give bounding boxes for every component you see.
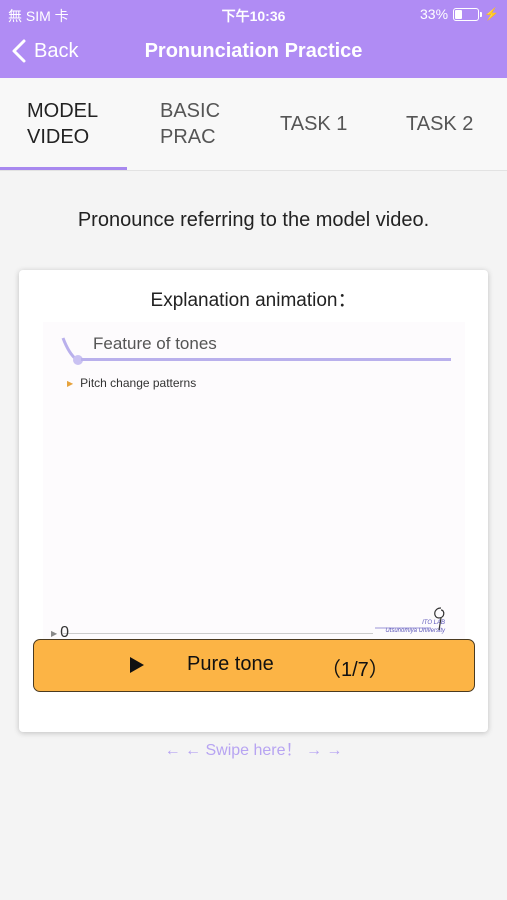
- slide-underline: [81, 358, 451, 361]
- tab-model-video[interactable]: MODEL VIDEO: [27, 78, 98, 170]
- page-title: Pronunciation Practice: [144, 40, 363, 62]
- bullet-triangle-icon: ▶: [67, 378, 74, 388]
- instruction-text: Pronounce referring to the model video.: [77, 209, 430, 231]
- tab-label: MODEL VIDEO: [27, 100, 99, 148]
- counter-triangle-icon: ▶: [51, 628, 58, 638]
- battery-percent: 33%: [420, 6, 449, 22]
- play-button-count: （1/7）: [321, 659, 389, 681]
- battery-icon: [453, 7, 483, 21]
- battery-fill: [455, 9, 463, 19]
- tab-task-2[interactable]: TASK 2: [406, 78, 473, 170]
- slide-heading: Feature of tones: [93, 334, 217, 353]
- charging-bolt-icon: ⚡: [484, 7, 499, 21]
- status-bar: 無 SIM 卡 下午10:36 33% ⚡: [0, 0, 507, 28]
- tab-label: BASIC PRAC: [160, 100, 221, 148]
- play-button-label: Pure tone: [187, 653, 274, 675]
- tab-task-1[interactable]: TASK 1: [280, 78, 347, 170]
- video-progress-line: [63, 633, 373, 634]
- top-bar: 無 SIM 卡 下午10:36 33% ⚡ Back Pronunciation…: [0, 0, 507, 78]
- slide-bullet-text: Pitch change patterns: [80, 376, 197, 390]
- tab-bar: MODEL VIDEO BASIC PRAC TASK 1 TASK 2: [0, 78, 507, 171]
- tab-label: TASK 2: [406, 113, 474, 135]
- tab-label: TASK 1: [280, 113, 348, 135]
- battery-group: 33% ⚡: [420, 6, 499, 22]
- lab-logo-icon: [375, 607, 445, 631]
- tab-basic-prac[interactable]: BASIC PRAC: [160, 78, 220, 170]
- swipe-hint[interactable]: ← ← Swipe here！ → →: [0, 736, 507, 760]
- play-icon: [130, 657, 144, 673]
- slide-decoration-icon: [61, 337, 83, 365]
- explanation-video[interactable]: Feature of tones ▶ Pitch change patterns…: [43, 322, 465, 641]
- active-tab-indicator: [0, 167, 127, 170]
- navigation-bar: Back Pronunciation Practice: [0, 30, 507, 76]
- explanation-card: Explanation animation： Feature of tones …: [19, 270, 488, 732]
- card-title: Explanation animation：: [150, 290, 357, 311]
- slide-bullet: ▶ Pitch change patterns: [67, 376, 196, 390]
- play-pure-tone-button[interactable]: Pure tone （1/7）: [33, 639, 475, 692]
- battery-tip: [480, 11, 483, 17]
